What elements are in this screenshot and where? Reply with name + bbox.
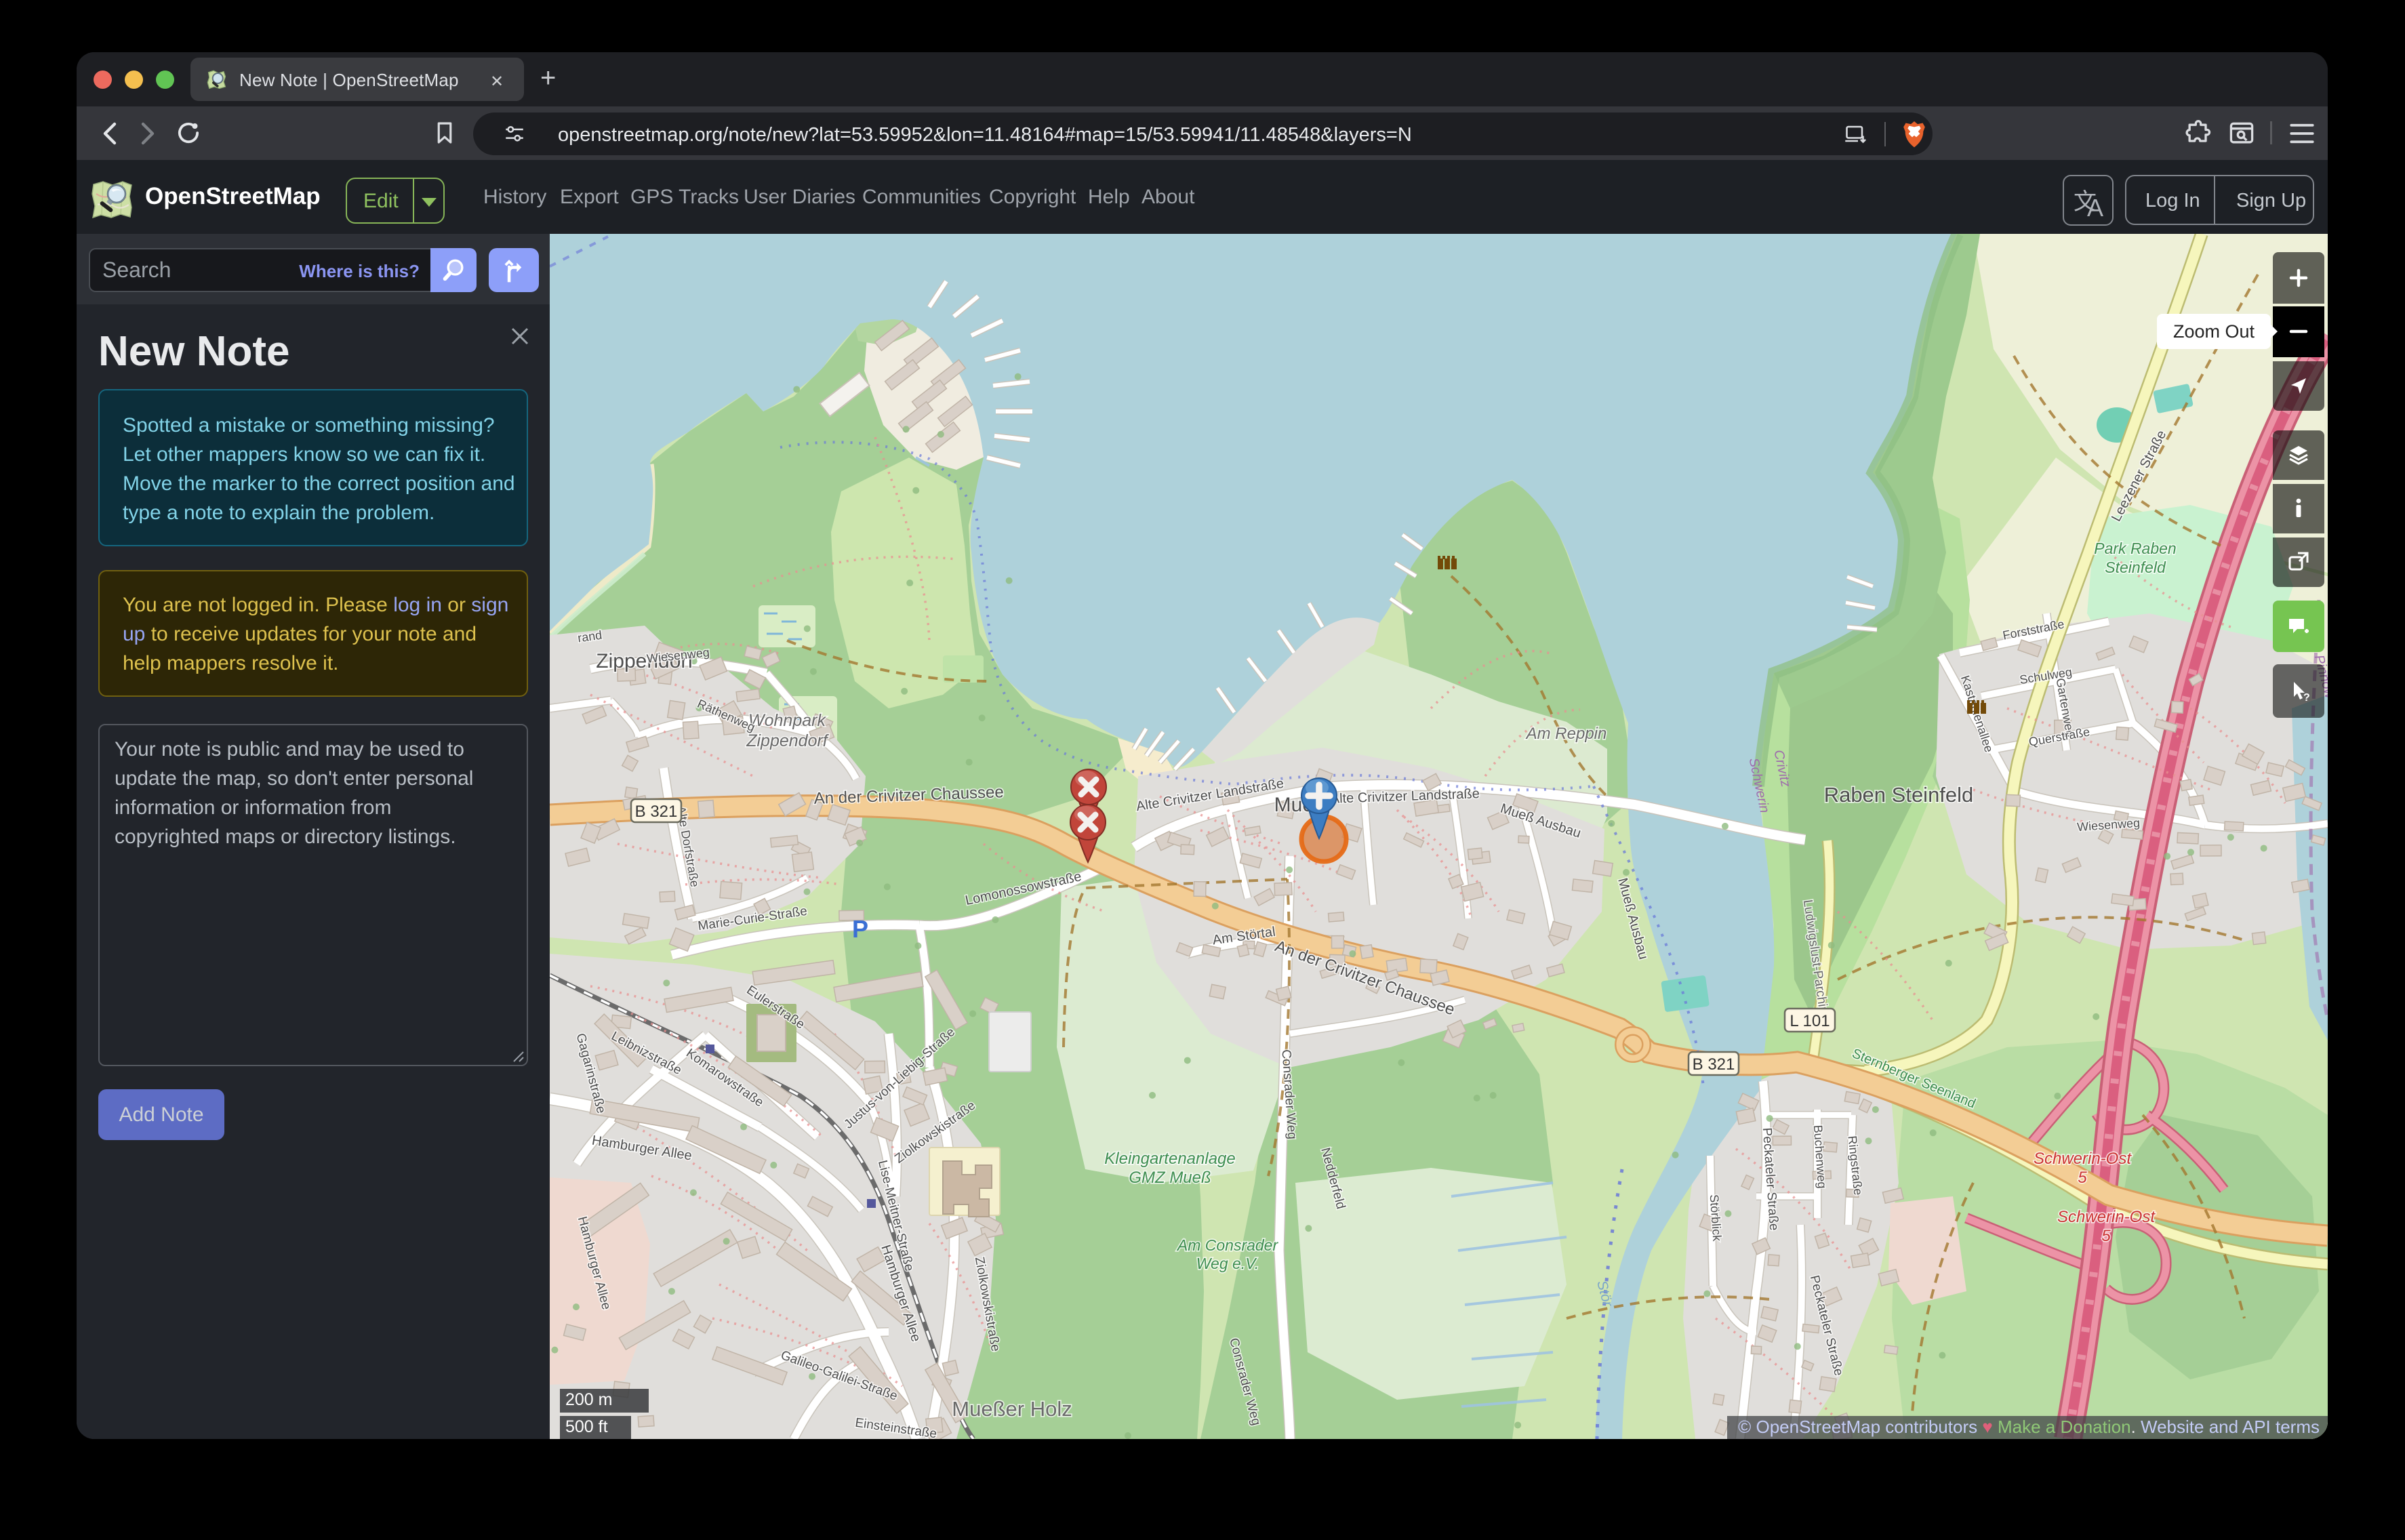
svg-text:Raben Steinfeld: Raben Steinfeld bbox=[1824, 783, 1974, 807]
svg-text:5: 5 bbox=[2078, 1169, 2087, 1187]
svg-text:Kleingartenanlage: Kleingartenanlage bbox=[1104, 1150, 1236, 1168]
svg-text:?: ? bbox=[2303, 692, 2310, 704]
svg-text:B 321: B 321 bbox=[1693, 1055, 1735, 1074]
svg-text:5: 5 bbox=[2101, 1227, 2111, 1245]
svg-text:Am Reppin: Am Reppin bbox=[1525, 725, 1607, 743]
svg-text:GMZ Mueß: GMZ Mueß bbox=[1129, 1169, 1211, 1187]
svg-text:Schwerin-Ost: Schwerin-Ost bbox=[2057, 1208, 2156, 1226]
svg-text:L 101: L 101 bbox=[1790, 1012, 1830, 1030]
svg-text:Schwerin-Ost: Schwerin-Ost bbox=[2034, 1150, 2132, 1168]
svg-text:Wohnpark: Wohnpark bbox=[748, 711, 826, 730]
svg-text:B 321: B 321 bbox=[635, 803, 678, 821]
svg-text:Weg e.V.: Weg e.V. bbox=[1196, 1255, 1259, 1272]
svg-text:Steinfeld: Steinfeld bbox=[2105, 559, 2166, 576]
svg-text:P: P bbox=[852, 915, 868, 943]
svg-text:Mueßer Holz: Mueßer Holz bbox=[952, 1397, 1072, 1421]
svg-text:Zippendorf: Zippendorf bbox=[746, 731, 830, 750]
svg-text:Am Consrader: Am Consrader bbox=[1176, 1236, 1279, 1254]
svg-text:Park Raben: Park Raben bbox=[2094, 540, 2176, 557]
